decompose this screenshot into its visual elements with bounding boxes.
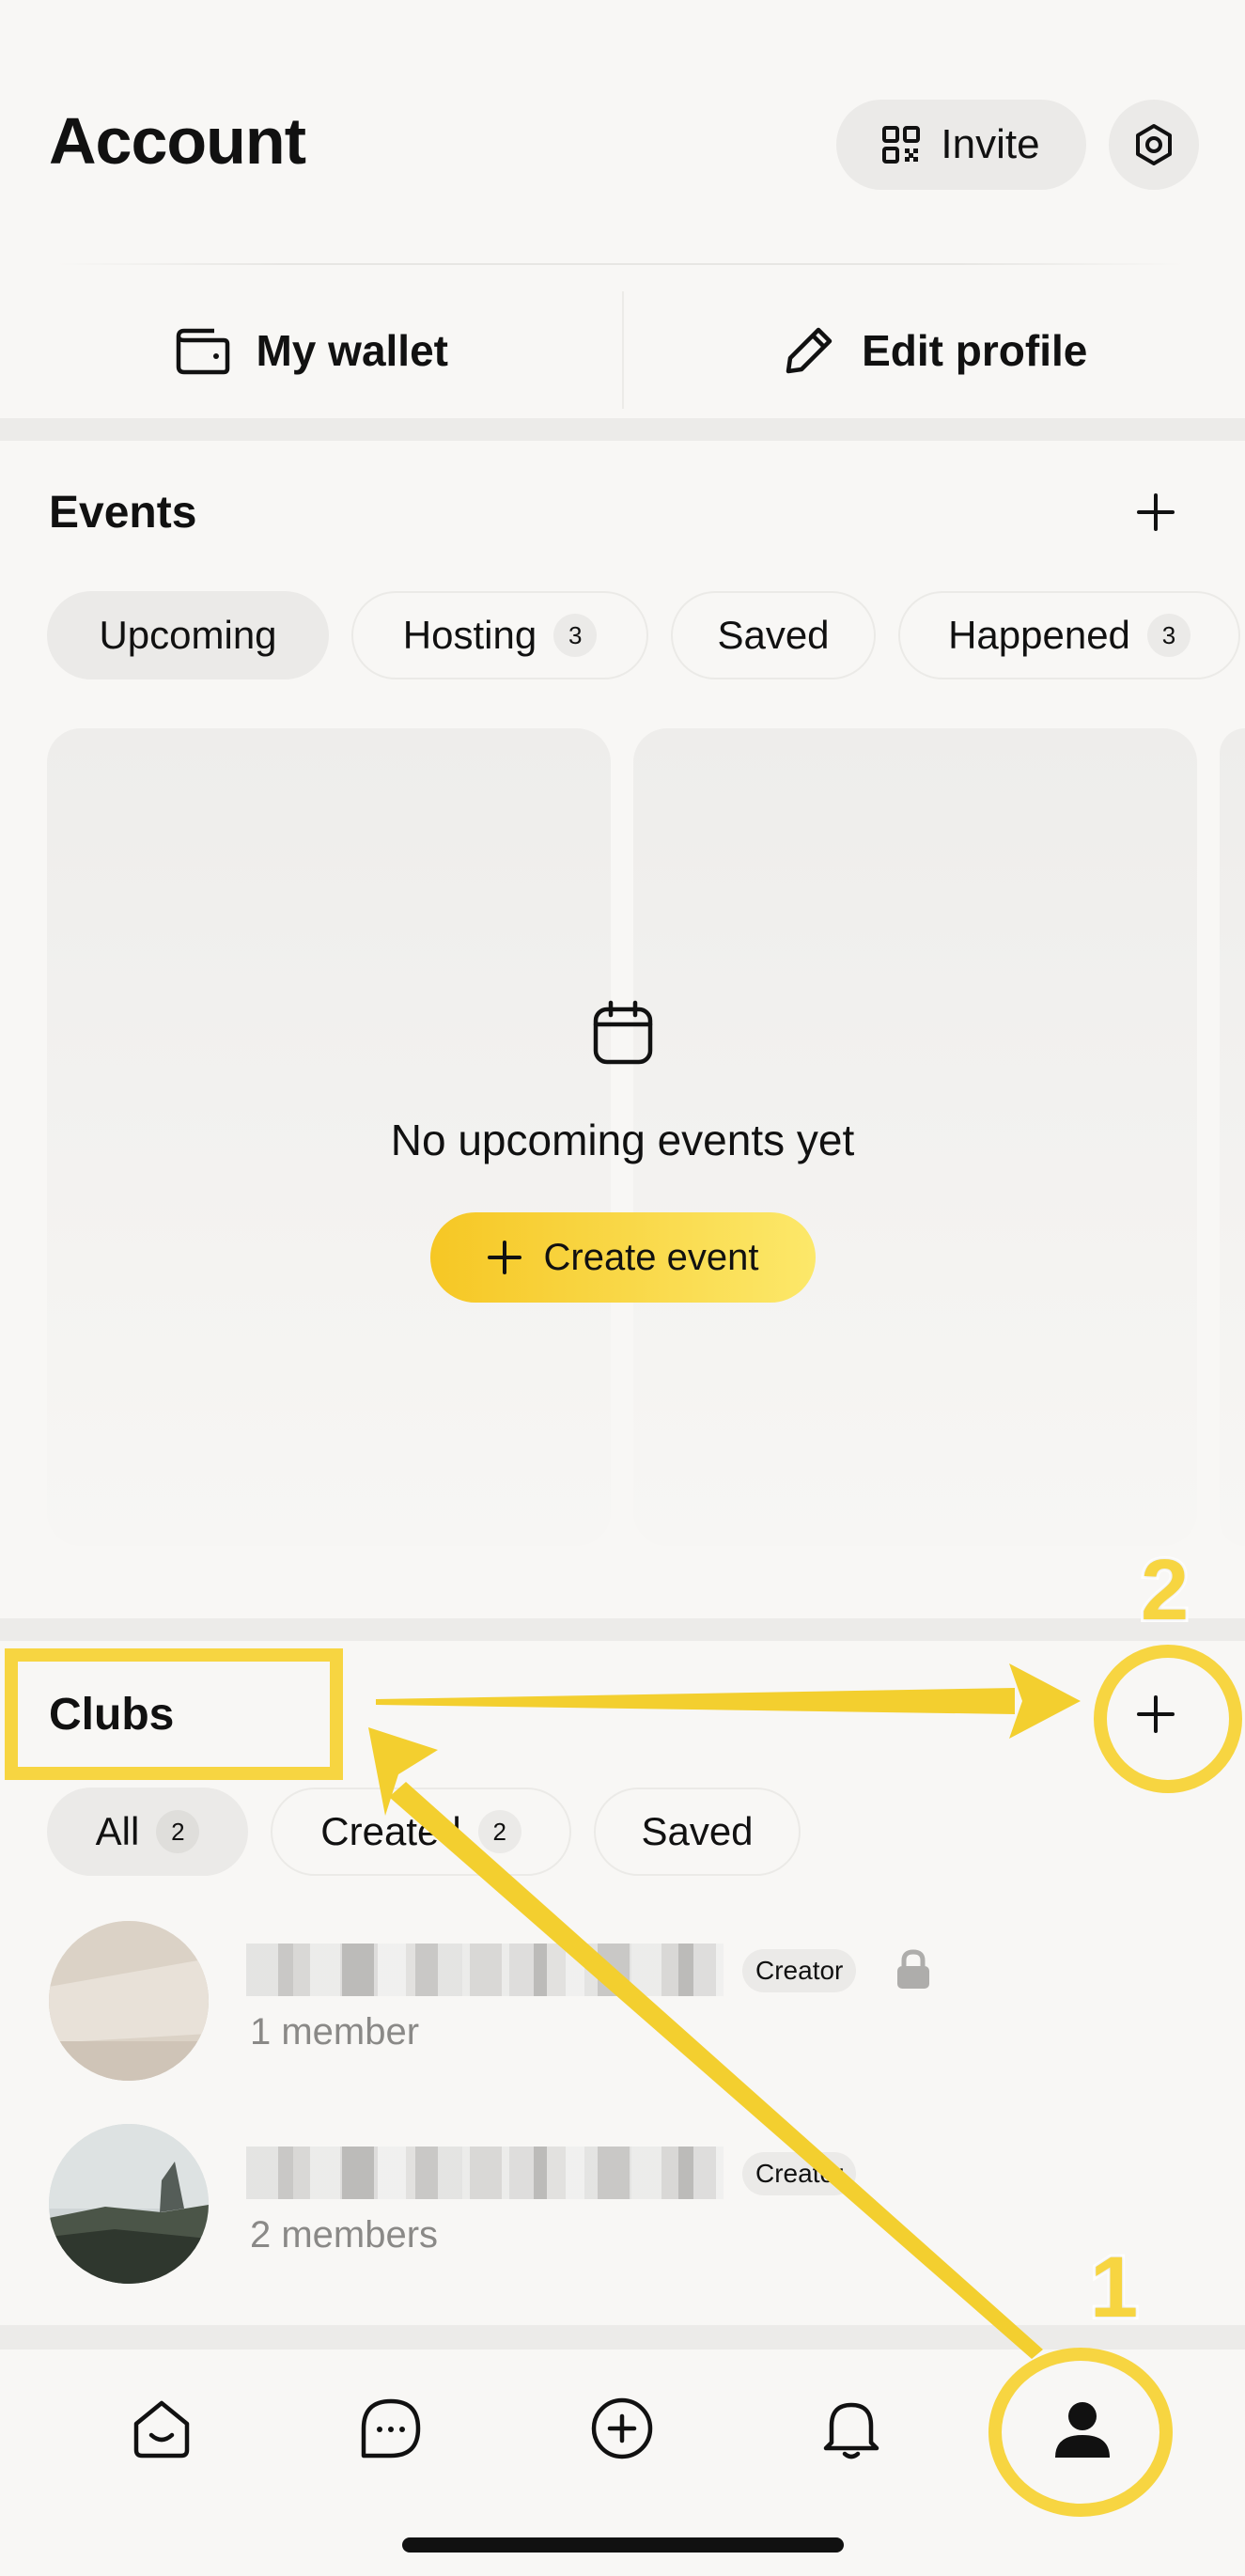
arrow-to-clubs	[389, 1782, 1043, 2359]
arrowhead	[1009, 1663, 1081, 1739]
highlight-clubs	[5, 1648, 343, 1780]
annotation-arrows	[368, 1663, 1081, 2359]
step-number-1: 1	[1087, 2237, 1141, 2338]
highlight-add-club	[1094, 1645, 1242, 1793]
step-number-2: 2	[1138, 1539, 1191, 1641]
arrow-to-add-club	[376, 1688, 1015, 1714]
highlight-profile-tab	[988, 2348, 1173, 2517]
